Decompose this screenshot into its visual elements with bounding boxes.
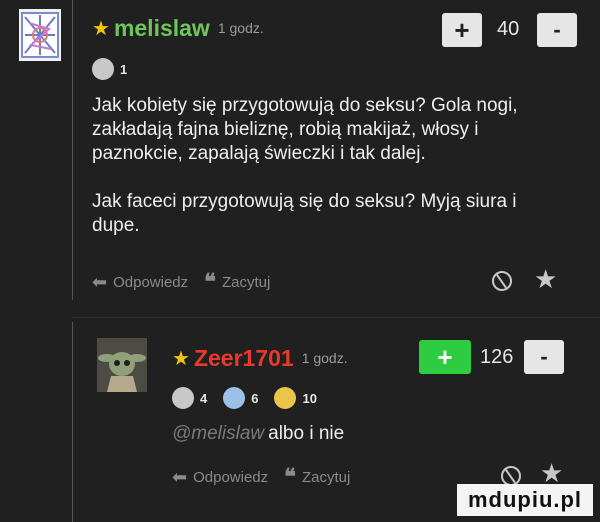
- avatar[interactable]: [19, 9, 61, 61]
- favorite-star-icon[interactable]: ★: [534, 264, 557, 295]
- quote-icon[interactable]: ❝: [204, 269, 216, 295]
- medals: 4 6 10: [172, 386, 333, 410]
- upvote-button[interactable]: +: [442, 13, 482, 47]
- comment-text: albo i nie: [268, 423, 345, 444]
- comment-actions: ⬅ Odpowiedz ❝ Zacytuj: [172, 464, 350, 490]
- medal-count: 4: [200, 390, 208, 406]
- watermark: mdupiu.pl: [457, 484, 593, 516]
- comment-actions: ⬅ Odpowiedz ❝ Zacytuj: [92, 269, 270, 295]
- star-icon: ★: [172, 347, 190, 370]
- comment-header: ★ Zeer1701 1 godz.: [172, 344, 348, 372]
- medals: 1: [92, 57, 143, 81]
- vote-score: 40: [497, 18, 520, 40]
- reply-arrow-icon[interactable]: ⬅: [92, 272, 107, 293]
- star-icon: ★: [92, 17, 110, 40]
- reply-arrow-icon[interactable]: ⬅: [172, 467, 187, 488]
- timestamp: 1 godz.: [301, 350, 348, 366]
- medal-icon: [92, 58, 114, 80]
- comment-paragraph: Jak faceci przygotowują się do seksu? My…: [92, 191, 517, 236]
- quote-icon[interactable]: ❝: [284, 464, 296, 490]
- timestamp: 1 godz.: [217, 20, 264, 36]
- medal-icon: [274, 387, 297, 409]
- medal-count: 1: [120, 61, 128, 77]
- upvote-button[interactable]: +: [419, 340, 471, 374]
- quote-button[interactable]: Zacytuj: [222, 274, 270, 291]
- thread-line: [72, 322, 73, 522]
- comment-body: Jak kobiety się przygotowują do seksu? G…: [92, 94, 562, 238]
- medal-count: 6: [251, 390, 259, 406]
- hide-icon[interactable]: [492, 271, 512, 291]
- thread-line: [72, 0, 73, 300]
- hide-icon[interactable]: [501, 466, 521, 486]
- username[interactable]: melislaw: [114, 15, 210, 42]
- vote-score: 126: [480, 346, 514, 368]
- comment-body: @melislaw albo i nie: [172, 422, 344, 446]
- username[interactable]: Zeer1701: [194, 345, 294, 372]
- comment-paragraph: Jak kobiety się przygotowują do seksu? G…: [92, 95, 518, 164]
- downvote-button[interactable]: -: [524, 340, 564, 374]
- reply-button[interactable]: Odpowiedz: [193, 469, 268, 486]
- comment-header: ★ melislaw 1 godz.: [92, 14, 264, 42]
- reply-button[interactable]: Odpowiedz: [113, 274, 188, 291]
- medal-count: 10: [302, 390, 317, 406]
- comment-separator: [72, 317, 600, 318]
- mention-link[interactable]: @melislaw: [172, 423, 264, 445]
- medal-icon: [223, 387, 246, 409]
- avatar[interactable]: [97, 338, 147, 392]
- quote-button[interactable]: Zacytuj: [302, 469, 350, 486]
- medal-icon: [172, 387, 194, 409]
- downvote-button[interactable]: -: [537, 13, 577, 47]
